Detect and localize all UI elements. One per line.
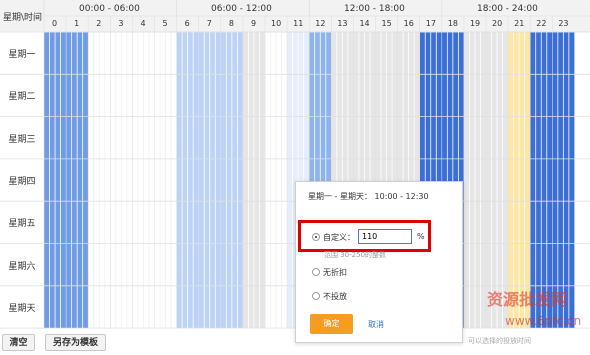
hour-label: 4: [140, 19, 146, 28]
custom-percent-input[interactable]: [358, 229, 412, 244]
confirm-button[interactable]: 确定: [310, 314, 353, 334]
selected-time-range: 星期一 - 星期天： 10:00 - 12:30: [308, 192, 429, 201]
no-discount-radio[interactable]: [312, 268, 320, 276]
hour-label: 13: [337, 19, 348, 28]
hour-label: 23: [558, 19, 569, 28]
day-label: 星期一: [8, 50, 36, 61]
watermark-domain: www.6pfc.cn: [505, 314, 582, 328]
hour-label: 16: [403, 19, 414, 28]
save-template-button[interactable]: 另存为模板: [45, 334, 106, 351]
watermark-text: 资源批发网: [487, 290, 568, 309]
hour-label: 21: [514, 19, 525, 28]
hour-label: 6: [184, 19, 190, 28]
day-label: 星期天: [8, 303, 36, 314]
time-group-label: 12:00 - 18:00: [344, 4, 405, 14]
day-label: 星期五: [8, 219, 36, 230]
hour-label: 17: [425, 19, 436, 28]
hour-label: 15: [381, 19, 392, 28]
day-label: 星期六: [8, 261, 36, 272]
corner-label: 星期\时间: [3, 13, 43, 23]
time-group-label: 00:00 - 06:00: [79, 4, 140, 14]
hour-label: 14: [359, 19, 370, 28]
hour-label: 9: [250, 19, 257, 28]
clear-button[interactable]: 清空: [2, 334, 35, 351]
hour-label: 11: [293, 19, 304, 28]
hour-label: 3: [118, 19, 124, 28]
cancel-link[interactable]: 取消: [368, 319, 384, 330]
hour-label: 12: [315, 19, 326, 28]
hour-label: 7: [206, 19, 212, 28]
percent-unit: %: [417, 232, 425, 241]
hour-label: 19: [469, 19, 481, 28]
custom-option-label: 自定义：: [323, 233, 355, 242]
hour-label: 0: [52, 19, 58, 28]
watermark-subtext: 可以选择的投放时间: [468, 337, 531, 345]
no-delivery-label: 不投放: [323, 292, 347, 301]
no-discount-label: 无折扣: [323, 268, 347, 277]
hour-label: 18: [447, 19, 459, 28]
time-group-label: 18:00 - 24:00: [477, 4, 538, 14]
hour-label: 5: [162, 19, 168, 28]
hour-label: 10: [271, 19, 282, 28]
hour-label: 22: [536, 19, 547, 28]
no-delivery-radio[interactable]: [312, 292, 320, 300]
hour-label: 20: [492, 19, 503, 28]
day-label: 星期三: [8, 134, 36, 145]
range-hint: 范围 30-250的整数: [324, 251, 387, 259]
hour-label: 8: [228, 19, 234, 28]
hour-label: 2: [96, 19, 102, 28]
day-label: 星期四: [8, 177, 36, 188]
time-group-label: 06:00 - 12:00: [211, 4, 272, 14]
day-label: 星期二: [8, 92, 36, 103]
custom-radio[interactable]: [312, 233, 320, 241]
discount-popup: 星期一 - 星期天： 10:00 - 12:30 自定义： % 范围 30-25…: [295, 181, 463, 343]
hour-label: 1: [74, 19, 80, 28]
